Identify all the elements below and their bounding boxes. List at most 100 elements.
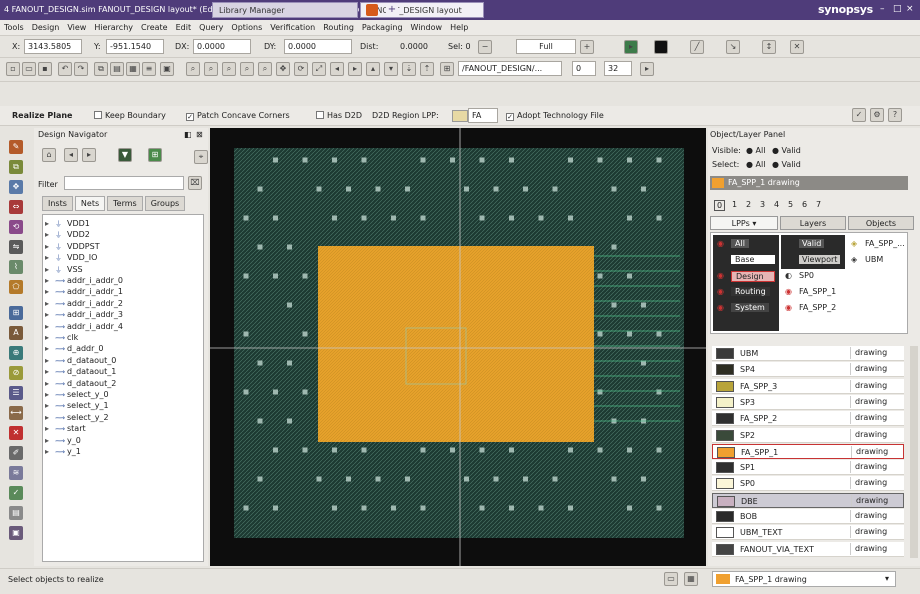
- refresh-icon[interactable]: ⟳: [294, 62, 308, 76]
- level-end-field[interactable]: 32: [604, 61, 632, 76]
- net-item[interactable]: ▸ ⟿ addr_i_addr_0: [45, 276, 123, 287]
- tab-objects[interactable]: Objects: [848, 216, 914, 230]
- delete-tool-icon[interactable]: ✕: [9, 426, 23, 440]
- layer-row[interactable]: FA_SPP_3 drawing: [712, 378, 904, 394]
- layer-row[interactable]: FANOUT_VIA_TEXT drawing: [712, 541, 904, 557]
- net-item[interactable]: ▸ ⏚ VDD2: [45, 230, 90, 241]
- move-tool-icon[interactable]: ✥: [9, 180, 23, 194]
- zoom-box-icon[interactable]: ⌕: [240, 62, 254, 76]
- new-icon[interactable]: ▫: [6, 62, 20, 76]
- select-all-radio[interactable]: ● All: [746, 160, 765, 169]
- visible-all-radio[interactable]: ● All: [746, 146, 765, 155]
- align-icon[interactable]: ↕: [762, 40, 776, 54]
- select-valid-radio[interactable]: ● Valid: [772, 160, 801, 169]
- tab-insts[interactable]: Insts: [42, 196, 73, 211]
- panel-close-icon[interactable]: ⊠: [196, 130, 203, 139]
- status-grid-icon[interactable]: ▦: [684, 572, 698, 586]
- filter-ubm[interactable]: UBM: [865, 255, 883, 264]
- nav-back-icon[interactable]: ◂: [64, 148, 78, 162]
- layer-row[interactable]: DBE drawing: [712, 492, 904, 508]
- realize-apply-icon[interactable]: ✓: [852, 108, 866, 122]
- net-item[interactable]: ▸ ⟿ select_y_2: [45, 413, 109, 424]
- nav-forward-icon[interactable]: ▸: [82, 148, 96, 162]
- realize-help-icon[interactable]: ?: [888, 108, 902, 122]
- redo-icon[interactable]: ↷: [74, 62, 88, 76]
- minimize-icon[interactable]: –: [880, 4, 885, 14]
- ruler-icon[interactable]: ╱: [690, 40, 704, 54]
- edit-tool-icon[interactable]: ✎: [9, 140, 23, 154]
- filter-fa-spp[interactable]: FA_SPP_...: [865, 239, 905, 248]
- settings-icon[interactable]: ✕: [790, 40, 804, 54]
- net-item[interactable]: ▸ ⏚ VDD1: [45, 219, 90, 230]
- descend-icon[interactable]: ⇣: [402, 62, 416, 76]
- current-layer-select[interactable]: FA_SPP_1 drawing: [710, 176, 908, 190]
- label-tool-icon[interactable]: A: [9, 326, 23, 340]
- zoom-out-tool-icon[interactable]: ⌕: [222, 62, 236, 76]
- filter-fa-spp-1[interactable]: FA_SPP_1: [799, 287, 836, 296]
- merge-tool-icon[interactable]: ⊕: [9, 346, 23, 360]
- pan-down-icon[interactable]: ▾: [384, 62, 398, 76]
- zoom-fit-icon[interactable]: ⌕: [186, 62, 200, 76]
- menu-window[interactable]: Window: [407, 20, 447, 35]
- filter-sp0[interactable]: SP0: [799, 271, 814, 280]
- layers-tool-icon[interactable]: ≋: [9, 466, 23, 480]
- panel-float-icon[interactable]: ◧: [184, 130, 192, 139]
- expand-icon[interactable]: ▸: [45, 242, 55, 251]
- ascend-icon[interactable]: ⇡: [420, 62, 434, 76]
- layer-digit[interactable]: 5: [788, 200, 793, 209]
- status-screen-icon[interactable]: ▭: [664, 572, 678, 586]
- pan-right-icon[interactable]: ▸: [348, 62, 362, 76]
- print-icon[interactable]: ▣: [160, 62, 174, 76]
- paste-icon[interactable]: ▤: [110, 62, 124, 76]
- filter-design[interactable]: Design: [731, 271, 775, 282]
- net-item[interactable]: ▸ ⟿ addr_i_addr_3: [45, 310, 123, 321]
- net-item[interactable]: ▸ ⟿ addr_i_addr_4: [45, 322, 123, 333]
- layer-row[interactable]: UBM drawing: [712, 346, 904, 361]
- net-item[interactable]: ▸ ⟿ d_dataout_1: [45, 367, 116, 378]
- net-item[interactable]: ▸ ⟿ addr_i_addr_1: [45, 287, 123, 298]
- expand-icon[interactable]: ▸: [45, 413, 55, 422]
- grid-icon[interactable]: ▦: [126, 62, 140, 76]
- layer-row[interactable]: SP0 drawing: [712, 476, 904, 492]
- filter-all[interactable]: All: [731, 239, 749, 248]
- d2d-region-select[interactable]: FA: [468, 108, 498, 123]
- menu-edit[interactable]: Edit: [172, 20, 196, 35]
- tab-nets[interactable]: Nets: [74, 196, 106, 211]
- layer-list-scrollbar[interactable]: [910, 346, 918, 558]
- net-item[interactable]: ▸ ⟿ d_addr_0: [45, 344, 104, 355]
- rotate-tool-icon[interactable]: ⟲: [9, 220, 23, 234]
- cell-path-field[interactable]: /FANOUT_DESIGN/...: [458, 61, 562, 76]
- expand-icon[interactable]: ▸: [45, 230, 55, 239]
- dy-field[interactable]: 0.0000: [284, 39, 352, 54]
- copy-icon[interactable]: ⧉: [94, 62, 108, 76]
- net-item[interactable]: ▸ ⏚ VDDPST: [45, 242, 100, 253]
- patch-concave-checkbox[interactable]: ✓ Patch Concave Corners: [186, 111, 290, 121]
- color-swatch-icon[interactable]: [654, 40, 668, 54]
- expand-icon[interactable]: ▸: [45, 310, 55, 319]
- tab-terms[interactable]: Terms: [107, 196, 143, 211]
- expand-icon[interactable]: ▸: [45, 276, 55, 285]
- net-item[interactable]: ▸ ⏚ VSS: [45, 265, 83, 276]
- adopt-tech-checkbox[interactable]: ✓ Adopt Technology File: [506, 111, 604, 121]
- expand-icon[interactable]: ▸: [45, 401, 55, 410]
- expand-icon[interactable]: ▸: [45, 379, 55, 388]
- layout-canvas[interactable]: [210, 128, 706, 566]
- net-item[interactable]: ▸ ⟿ start: [45, 424, 86, 435]
- layer-digit[interactable]: 7: [816, 200, 821, 209]
- net-item[interactable]: ▸ ⟿ select_y_1: [45, 401, 109, 412]
- stretch-tool-icon[interactable]: ⇔: [9, 200, 23, 214]
- zoom-prev-icon[interactable]: ⌕: [258, 62, 272, 76]
- layer-digit[interactable]: 6: [802, 200, 807, 209]
- filter-input[interactable]: [64, 176, 184, 190]
- tab-close-icon[interactable]: [366, 4, 378, 16]
- menu-create[interactable]: Create: [137, 20, 172, 35]
- net-item[interactable]: ▸ ⟿ select_y_0: [45, 390, 109, 401]
- filter-routing[interactable]: Routing: [731, 287, 770, 296]
- filter-fa-spp-2[interactable]: FA_SPP_2: [799, 303, 836, 312]
- zoom-in-tool-icon[interactable]: ⌕: [204, 62, 218, 76]
- has-d2d-checkbox[interactable]: Has D2D: [316, 111, 362, 120]
- doc-tool-icon[interactable]: ▤: [9, 506, 23, 520]
- expand-icon[interactable]: ▸: [45, 356, 55, 365]
- tab-fanout-design-layout[interactable]: FANOUT_DESIGN layout: [360, 2, 484, 18]
- copy-tool-icon[interactable]: ⧉: [9, 160, 23, 174]
